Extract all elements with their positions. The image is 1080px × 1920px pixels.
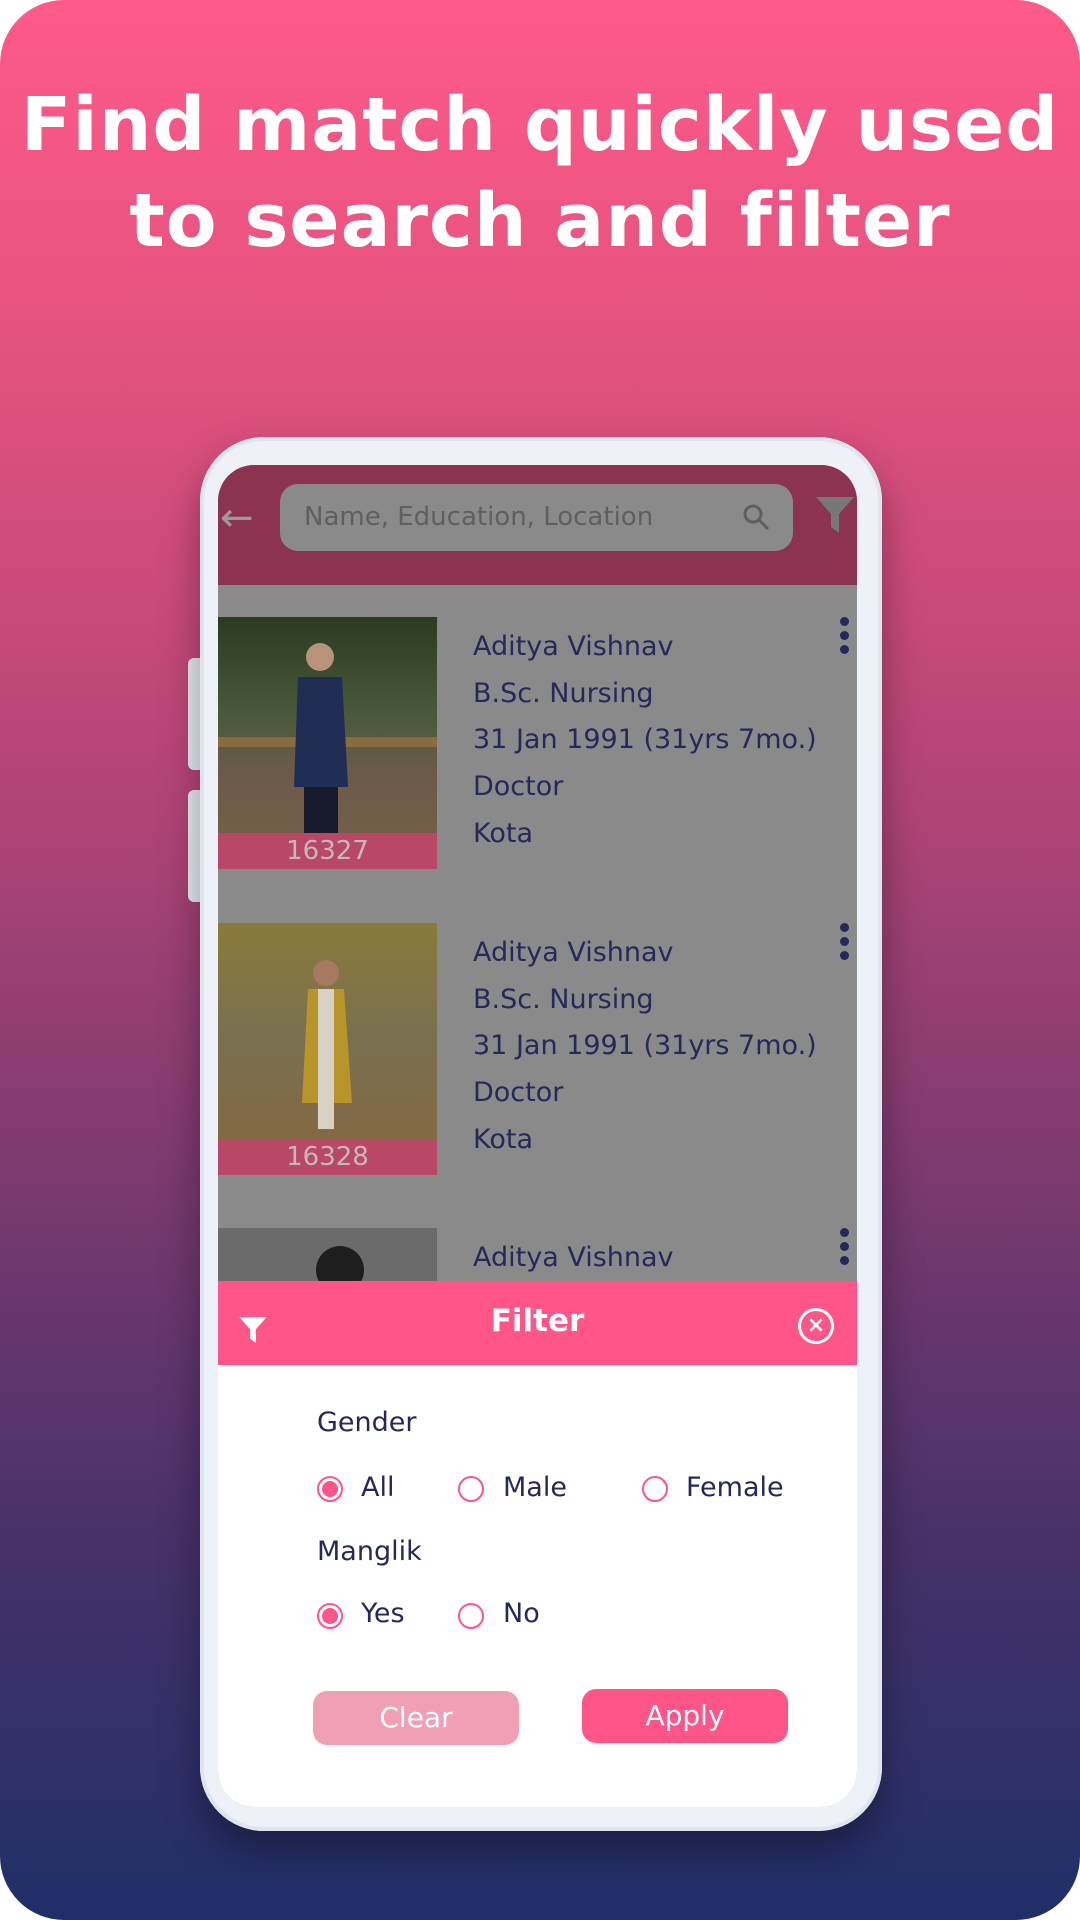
filter-header: Filter × <box>218 1281 857 1365</box>
headline-line-1: Find match quickly used <box>20 82 1060 168</box>
close-icon[interactable]: × <box>798 1308 834 1344</box>
profile-occupation: Doctor <box>473 1077 564 1109</box>
profile-photo <box>218 617 437 869</box>
radio-label-yes[interactable]: Yes <box>361 1598 405 1629</box>
person-figure <box>302 960 352 1129</box>
filter-sheet: Filter × Gender All Male Female Manglik … <box>218 1281 857 1807</box>
profile-occupation: Doctor <box>473 771 564 803</box>
manglik-label: Manglik <box>317 1536 422 1567</box>
radio-label-female[interactable]: Female <box>686 1472 784 1503</box>
profile-photo <box>218 923 437 1175</box>
profile-name: Aditya Vishnav <box>473 631 674 662</box>
radio-gender-all[interactable] <box>317 1476 343 1502</box>
radio-label-no[interactable]: No <box>503 1598 540 1629</box>
radio-gender-female[interactable] <box>642 1476 668 1502</box>
profile-card[interactable]: 16328 Aditya Vishnav B.Sc. Nursing 31 Ja… <box>218 923 857 1213</box>
search-placeholder: Name, Education, Location <box>304 502 654 532</box>
profile-dob: 31 Jan 1991 (31yrs 7mo.) <box>473 724 817 756</box>
profile-education: B.Sc. Nursing <box>473 983 654 1015</box>
promo-background: Find match quickly used to search and fi… <box>0 0 1080 1920</box>
profile-card[interactable]: 16327 Aditya Vishnav B.Sc. Nursing 31 Ja… <box>218 617 857 907</box>
profile-city: Kota <box>473 1123 534 1155</box>
phone-screen: ← Name, Education, Location 16327 Aditya… <box>218 465 857 1807</box>
radio-label-male[interactable]: Male <box>503 1472 567 1503</box>
clear-button[interactable]: Clear <box>313 1691 519 1745</box>
person-figure <box>316 1246 364 1294</box>
filter-title: Filter <box>490 1303 585 1339</box>
profile-city: Kota <box>473 817 534 849</box>
gender-label: Gender <box>317 1407 417 1438</box>
search-icon[interactable] <box>741 502 771 532</box>
person-figure <box>218 643 437 833</box>
radio-manglik-yes[interactable] <box>317 1603 343 1629</box>
profile-id: 16327 <box>218 833 437 869</box>
headline-line-2: to search and filter <box>129 178 951 264</box>
apply-button[interactable]: Apply <box>582 1689 788 1743</box>
filter-icon[interactable] <box>816 497 854 533</box>
profile-education: B.Sc. Nursing <box>473 677 654 709</box>
profile-dob: 31 Jan 1991 (31yrs 7mo.) <box>473 1030 817 1062</box>
profile-id: 16328 <box>218 1139 437 1175</box>
search-input[interactable]: Name, Education, Location <box>280 484 793 551</box>
more-options-icon[interactable] <box>840 923 850 965</box>
back-arrow-icon[interactable]: ← <box>220 495 254 541</box>
more-options-icon[interactable] <box>840 617 850 659</box>
radio-gender-male[interactable] <box>458 1476 484 1502</box>
radio-manglik-no[interactable] <box>458 1603 484 1629</box>
profile-name: Aditya Vishnav <box>473 937 674 968</box>
more-options-icon[interactable] <box>840 1228 850 1270</box>
app-bar: ← Name, Education, Location <box>218 465 857 585</box>
radio-label-all[interactable]: All <box>361 1472 394 1503</box>
